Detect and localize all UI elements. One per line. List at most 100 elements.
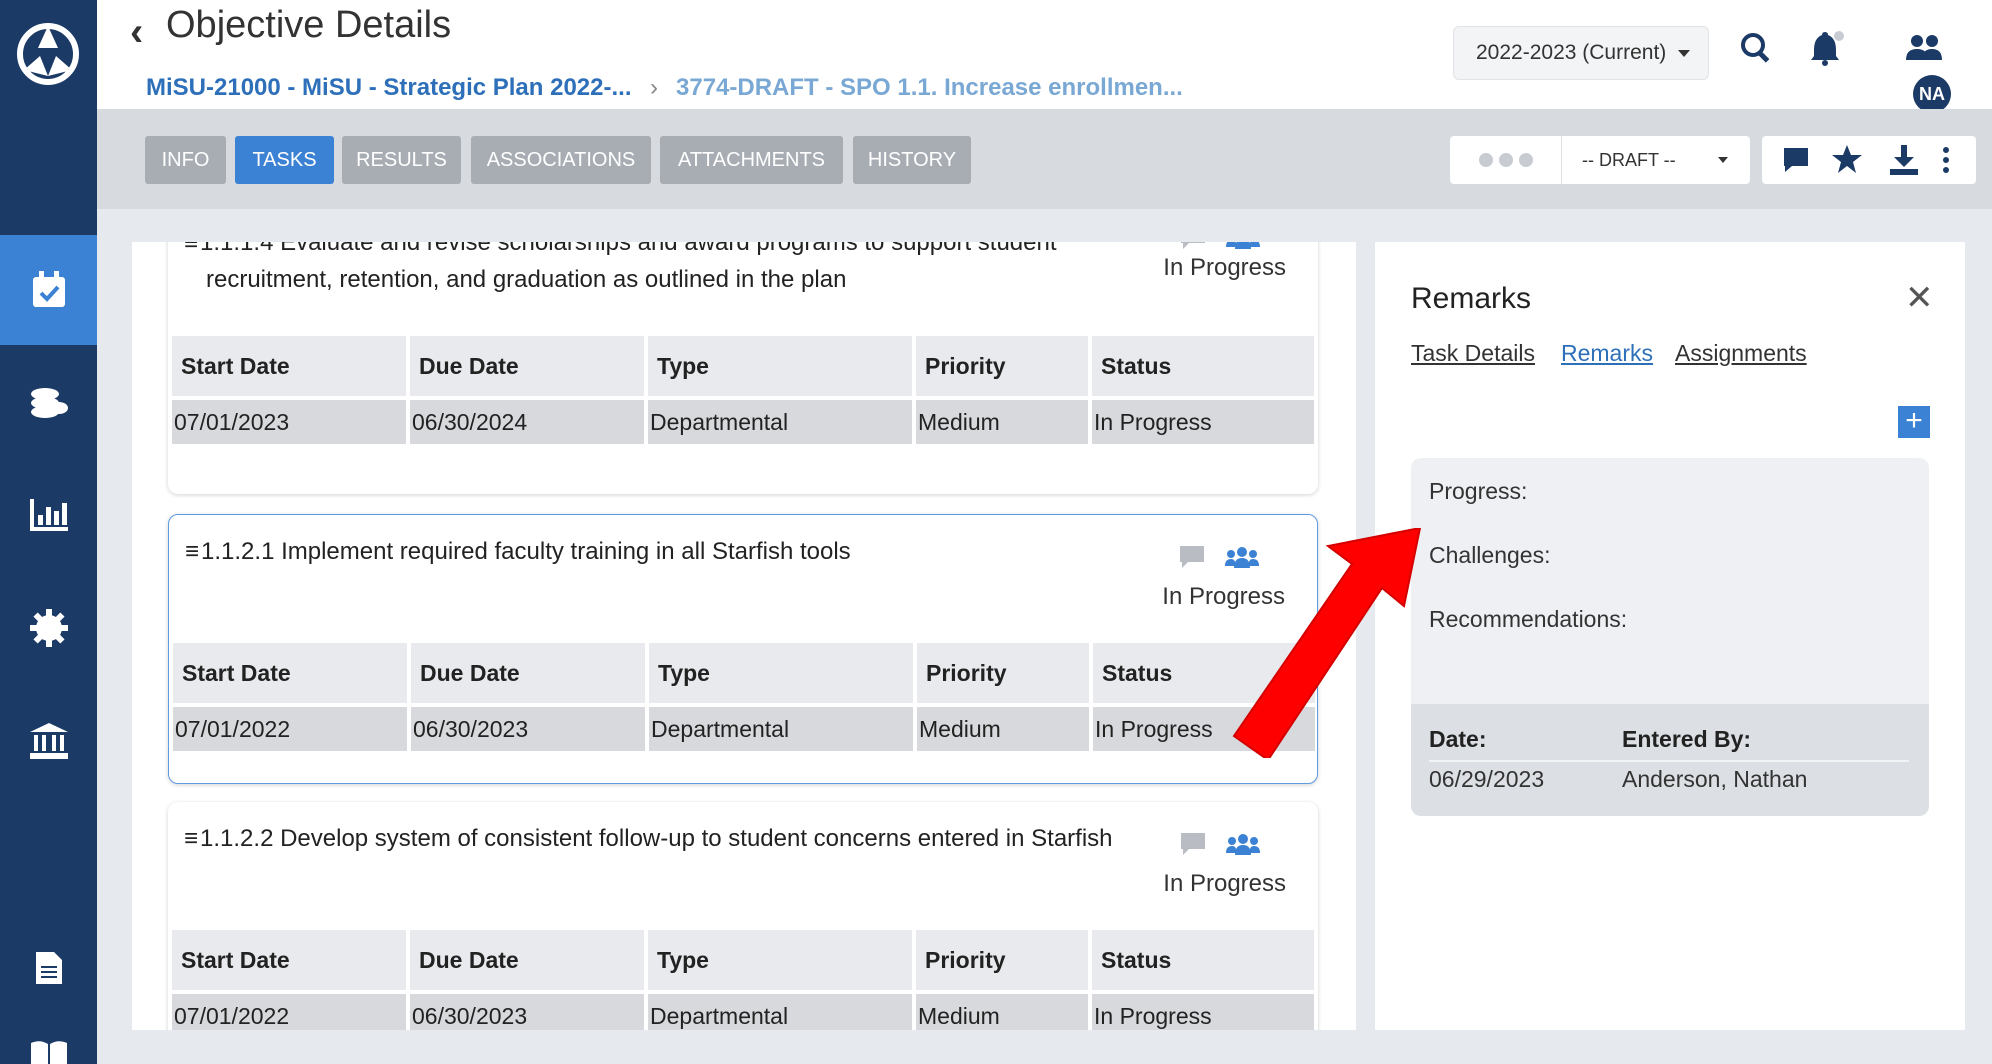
- task-card[interactable]: ≡1.1.1.4 Evaluate and revise scholarship…: [168, 242, 1318, 494]
- year-select[interactable]: 2022-2023 (Current): [1453, 26, 1709, 80]
- remark-footer: Date: Entered By: 06/29/2023 Anderson, N…: [1411, 704, 1929, 816]
- priority-cell: Medium: [917, 707, 1089, 751]
- column-header: Type: [648, 930, 912, 990]
- comment-icon[interactable]: [1180, 832, 1206, 861]
- year-select-value: 2022-2023 (Current): [1476, 41, 1667, 64]
- task-details-table: Start Date Due Date Type Priority Status…: [172, 336, 1314, 444]
- page-title: Objective Details: [166, 4, 452, 46]
- column-header: Type: [648, 336, 912, 396]
- task-title: ≡1.1.2.1 Implement required faculty trai…: [185, 538, 851, 565]
- assignees-icon[interactable]: [1226, 242, 1260, 254]
- entered-by-label: Entered By:: [1622, 726, 1752, 752]
- date-label: Date:: [1429, 726, 1487, 752]
- tab-tasks[interactable]: TASKS: [235, 136, 334, 184]
- recommendations-label: Recommendations:: [1429, 606, 1628, 632]
- table-header-row: Start Date Due Date Type Priority Status: [172, 336, 1314, 396]
- nav-tasks-calendar-icon[interactable]: [0, 235, 97, 345]
- nav-settings-gear-icon[interactable]: [0, 573, 97, 683]
- caret-down-icon: [1718, 157, 1728, 163]
- assignees-icon[interactable]: [1226, 833, 1260, 860]
- breadcrumb-plan-link[interactable]: MiSU-21000 - MiSU - Strategic Plan 2022-…: [146, 74, 632, 102]
- nav-book-icon[interactable]: [0, 1000, 97, 1064]
- status-cell: In Progress: [1092, 994, 1314, 1030]
- task-status: In Progress: [1163, 870, 1286, 897]
- close-icon[interactable]: ✕: [1905, 278, 1934, 318]
- due-date-cell: 06/30/2024: [410, 400, 644, 444]
- task-icons: [1180, 832, 1260, 861]
- column-header: Type: [649, 643, 913, 703]
- remark-card: Progress: Challenges: Recommendations: D…: [1411, 458, 1929, 816]
- column-header: Start Date: [173, 643, 407, 703]
- link-task-details[interactable]: Task Details: [1411, 340, 1535, 367]
- progress-label: Progress:: [1429, 478, 1528, 504]
- column-header: Priority: [917, 643, 1089, 703]
- status-cell: In Progress: [1092, 400, 1314, 444]
- type-cell: Departmental: [649, 707, 913, 751]
- start-date-cell: 07/01/2022: [172, 994, 406, 1030]
- notification-bell-icon[interactable]: [1808, 30, 1844, 71]
- tab-attachments[interactable]: ATTACHMENTS: [660, 136, 843, 184]
- comment-icon[interactable]: [1782, 146, 1810, 179]
- action-toolbar: [1762, 136, 1976, 184]
- app-logo-icon[interactable]: [10, 18, 86, 90]
- start-date-cell: 07/01/2022: [173, 707, 407, 751]
- status-select-value: -- DRAFT --: [1582, 149, 1676, 170]
- table-header-row: Start Date Due Date Type Priority Status: [172, 930, 1314, 990]
- nav-reports-chart-icon[interactable]: [0, 460, 97, 570]
- add-remark-button[interactable]: +: [1898, 406, 1930, 438]
- table-header-row: Start Date Due Date Type Priority Status: [173, 643, 1315, 703]
- annotation-arrow-icon: [1230, 526, 1430, 763]
- back-chevron-icon[interactable]: ‹: [130, 10, 143, 55]
- breadcrumb-separator-icon: ›: [650, 74, 658, 101]
- link-assignments[interactable]: Assignments: [1675, 340, 1807, 367]
- workflow-status-select[interactable]: -- DRAFT --: [1450, 136, 1750, 184]
- user-avatar[interactable]: NA: [1913, 75, 1951, 113]
- column-header: Status: [1092, 930, 1314, 990]
- users-icon[interactable]: [1906, 34, 1942, 67]
- due-date-cell: 06/30/2023: [410, 994, 644, 1030]
- task-card-selected[interactable]: ≡1.1.2.1 Implement required faculty trai…: [168, 514, 1318, 784]
- column-header: Priority: [916, 336, 1088, 396]
- table-row: 07/01/2022 06/30/2023 Departmental Mediu…: [173, 703, 1315, 751]
- column-header: Due Date: [410, 336, 644, 396]
- tab-associations[interactable]: ASSOCIATIONS: [471, 136, 651, 184]
- entered-by-value: Anderson, Nathan: [1622, 766, 1808, 792]
- column-header: Status: [1092, 336, 1314, 396]
- priority-cell: Medium: [916, 400, 1088, 444]
- caret-down-icon: [1678, 49, 1691, 57]
- remarks-panel: Remarks ✕ Task Details Remarks Assignmen…: [1375, 242, 1965, 1030]
- challenges-label: Challenges:: [1429, 542, 1551, 568]
- task-details-table: Start Date Due Date Type Priority Status…: [172, 930, 1314, 1030]
- column-header: Priority: [916, 930, 1088, 990]
- priority-cell: Medium: [916, 994, 1088, 1030]
- search-icon[interactable]: [1740, 32, 1772, 69]
- task-title: ≡1.1.2.2 Develop system of consistent fo…: [184, 825, 1113, 852]
- tab-info[interactable]: INFO: [145, 136, 226, 184]
- task-list-panel: ≡1.1.1.4 Evaluate and revise scholarship…: [132, 242, 1356, 1030]
- divider: [1429, 760, 1909, 762]
- more-vertical-icon[interactable]: [1942, 146, 1950, 179]
- breadcrumb-objective-link[interactable]: 3774-DRAFT - SPO 1.1. Increase enrollmen…: [676, 74, 1183, 102]
- workflow-progress-dots-icon: [1450, 136, 1562, 184]
- type-cell: Departmental: [648, 400, 912, 444]
- table-row: 07/01/2022 06/30/2023 Departmental Mediu…: [172, 990, 1314, 1030]
- column-header: Due Date: [410, 930, 644, 990]
- remarks-title: Remarks: [1411, 282, 1532, 315]
- tab-history[interactable]: HISTORY: [853, 136, 971, 184]
- drag-handle-icon[interactable]: ≡: [184, 825, 198, 852]
- link-remarks[interactable]: Remarks: [1561, 340, 1653, 367]
- task-card[interactable]: ≡1.1.2.2 Develop system of consistent fo…: [168, 802, 1318, 1030]
- task-details-table: Start Date Due Date Type Priority Status…: [173, 643, 1315, 751]
- due-date-cell: 06/30/2023: [411, 707, 645, 751]
- tab-results[interactable]: RESULTS: [342, 136, 461, 184]
- drag-handle-icon[interactable]: ≡: [185, 538, 199, 565]
- column-header: Start Date: [172, 930, 406, 990]
- download-icon[interactable]: [1890, 145, 1918, 180]
- nav-institution-bank-icon[interactable]: [0, 686, 97, 796]
- task-title: ≡1.1.1.4 Evaluate and revise scholarship…: [184, 242, 1144, 298]
- start-date-cell: 07/01/2023: [172, 400, 406, 444]
- nav-budget-coins-icon[interactable]: [0, 348, 97, 458]
- comment-icon[interactable]: [1179, 545, 1205, 574]
- drag-handle-icon[interactable]: ≡: [184, 242, 198, 256]
- star-icon[interactable]: [1832, 145, 1862, 178]
